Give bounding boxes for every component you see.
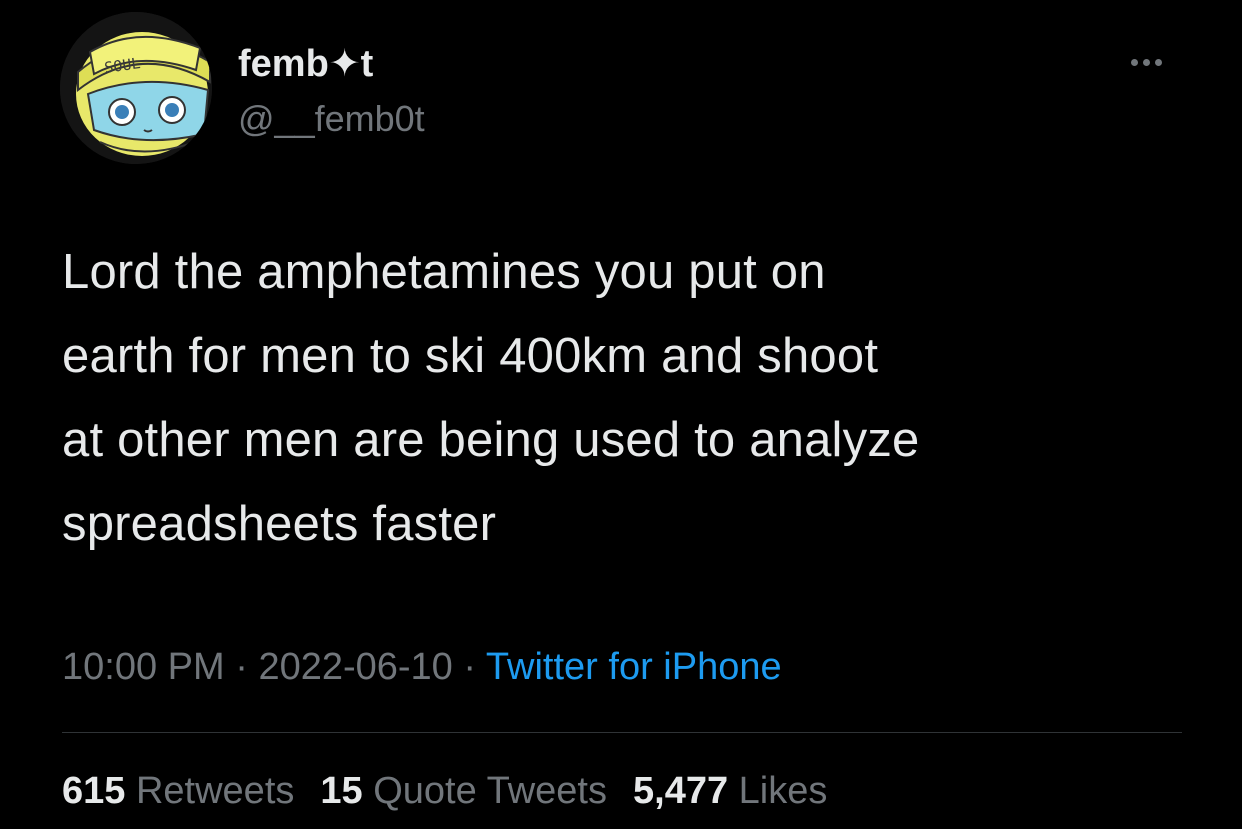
more-horizontal-icon-dot <box>1142 58 1150 66</box>
more-options-button[interactable] <box>1114 46 1178 78</box>
tweet-date[interactable]: 2022-06-10 <box>258 646 452 688</box>
avatar[interactable]: SOUL <box>60 12 212 164</box>
likes-stat[interactable]: 5,477 Likes <box>633 766 827 816</box>
more-horizontal-icon-dot <box>1154 58 1162 66</box>
quote-tweets-label: Quote Tweets <box>373 770 607 812</box>
divider <box>62 732 1182 733</box>
tweet-time[interactable]: 10:00 PM <box>62 646 225 688</box>
meta-separator: · <box>452 646 486 688</box>
tweet-text: Lord the amphetamines you put on earth f… <box>62 245 920 551</box>
display-name[interactable]: femb✦t <box>238 40 373 88</box>
quote-tweets-count: 15 <box>320 770 363 812</box>
quote-tweets-stat[interactable]: 15 Quote Tweets <box>320 766 607 816</box>
likes-count: 5,477 <box>633 770 729 812</box>
more-horizontal-icon <box>1130 58 1138 66</box>
retweets-stat[interactable]: 615 Retweets <box>62 766 294 816</box>
tweet-detail: SOUL femb✦t @__femb0t Lord the amphetami… <box>0 0 1242 829</box>
avatar-image: SOUL <box>60 12 212 164</box>
retweets-count: 615 <box>62 770 126 812</box>
tweet-stats: 615 Retweets 15 Quote Tweets 5,477 Likes <box>62 766 827 816</box>
meta-separator: · <box>224 646 259 688</box>
tweet-meta: 10:00 PM · 2022-06-10 · Twitter for iPho… <box>62 642 782 692</box>
likes-label: Likes <box>738 770 828 812</box>
user-handle[interactable]: @__femb0t <box>238 96 425 142</box>
tweet-source-link[interactable]: Twitter for iPhone <box>486 646 782 688</box>
retweets-label: Retweets <box>135 770 295 812</box>
